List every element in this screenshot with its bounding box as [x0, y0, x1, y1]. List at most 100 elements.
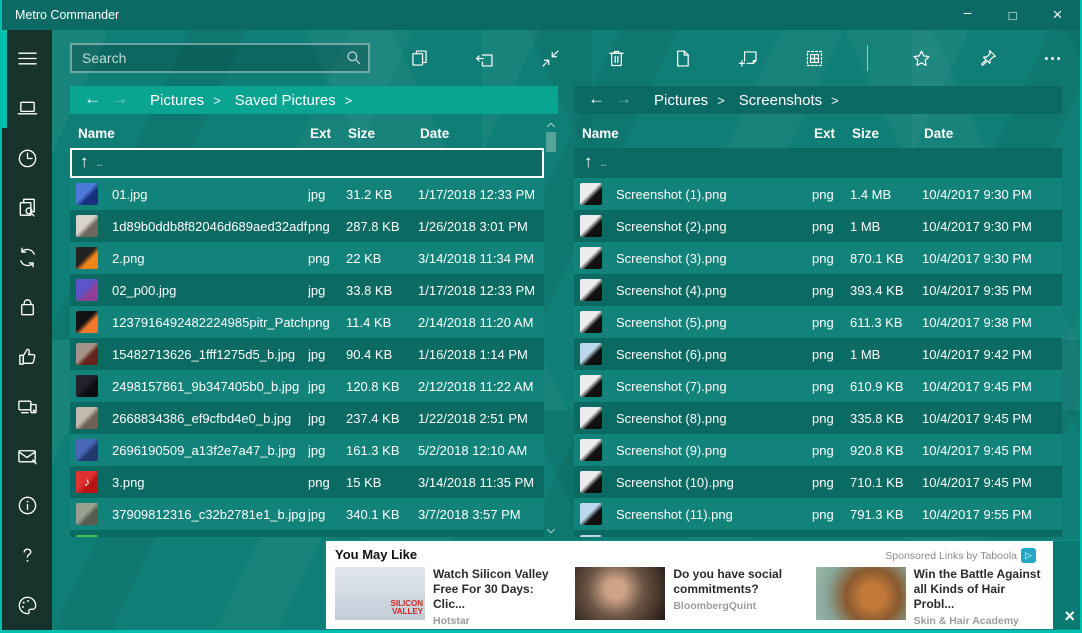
- file-row[interactable]: Screenshot (4).pngpng393.4 KB10/4/2017 9…: [574, 274, 1062, 306]
- file-row[interactable]: Screenshot (11).pngpng791.3 KB10/4/2017 …: [574, 498, 1062, 530]
- ad-image-portrait[interactable]: [575, 567, 665, 620]
- file-row[interactable]: Screenshot (1).pngpng1.4 MB10/4/2017 9:3…: [574, 178, 1062, 210]
- sidebar-item-rate-devices[interactable]: [2, 382, 52, 432]
- menu-icon: [16, 47, 39, 70]
- file-thumbnail: [76, 215, 98, 237]
- file-row[interactable]: 02_p00.jpgjpg33.8 KB1/17/2018 12:33 PM: [70, 274, 544, 306]
- parent-folder-row[interactable]: ↑..: [574, 148, 1062, 178]
- move-button[interactable]: [472, 45, 498, 71]
- column-header-name[interactable]: Name: [78, 126, 310, 141]
- breadcrumb-segment[interactable]: Pictures: [150, 92, 204, 109]
- breadcrumb-segment[interactable]: Screenshots: [739, 92, 822, 109]
- pin-button[interactable]: [974, 45, 1000, 71]
- file-row[interactable]: Screenshot (3).pngpng870.1 KB10/4/2017 9…: [574, 242, 1062, 274]
- file-row[interactable]: Screenshot (9).pngpng920.8 KB10/4/2017 9…: [574, 434, 1062, 466]
- close-button[interactable]: ×: [1035, 0, 1080, 30]
- column-header-ext[interactable]: Ext: [310, 126, 348, 141]
- search-input[interactable]: [70, 43, 370, 73]
- back-arrow-icon[interactable]: ←: [574, 89, 613, 111]
- file-row[interactable]: 1d89b0ddb8f82046d689aed32adfpng287.8 KB1…: [70, 210, 544, 242]
- column-header-ext[interactable]: Ext: [814, 126, 852, 141]
- scrollbar-down-icon[interactable]: [545, 524, 557, 536]
- sidebar-item-theme[interactable]: [2, 580, 52, 630]
- ad-source: BloombergQuint: [673, 600, 803, 612]
- file-row[interactable]: 15482713626_1fff1275d5_b.jpgjpg90.4 KB1/…: [70, 338, 544, 370]
- ad-banner: You May Like Sponsored Links by Taboola …: [325, 540, 1080, 630]
- column-header-date[interactable]: Date: [420, 126, 558, 141]
- taboola-icon[interactable]: ▷: [1021, 548, 1036, 563]
- favorite-button[interactable]: [908, 45, 934, 71]
- back-arrow-icon[interactable]: ←: [70, 89, 109, 111]
- file-row[interactable]: [70, 530, 544, 537]
- sponsored-links-label[interactable]: Sponsored Links by Taboola ▷: [885, 548, 1036, 563]
- sidebar-item-feedback[interactable]: [2, 431, 52, 481]
- file-name: Screenshot (4).png: [616, 283, 812, 298]
- file-row[interactable]: Screenshot (2).pngpng1 MB10/4/2017 9:30 …: [574, 210, 1062, 242]
- file-size: 335.8 KB: [850, 411, 922, 426]
- file-row[interactable]: 2.pngpng22 KB3/14/2018 11:34 PM: [70, 242, 544, 274]
- ad-headline[interactable]: Watch Silicon Valley Free For 30 Days: C…: [433, 567, 563, 612]
- file-row[interactable]: ♪3.pngpng15 KB3/14/2018 11:35 PM: [70, 466, 544, 498]
- column-header-name[interactable]: Name: [582, 126, 814, 141]
- ad-image-silicon-valley[interactable]: SILICON VALLEY: [335, 567, 425, 620]
- file-row[interactable]: Screenshot (7).pngpng610.9 KB10/4/2017 9…: [574, 370, 1062, 402]
- column-header-size[interactable]: Size: [852, 126, 924, 141]
- ad-headline[interactable]: Do you have social commitments?: [673, 567, 803, 597]
- file-row[interactable]: Screenshot (6).pngpng1 MB10/4/2017 9:42 …: [574, 338, 1062, 370]
- sidebar-item-computer[interactable]: [2, 84, 52, 134]
- file-thumbnail: [76, 311, 98, 333]
- ad-headline[interactable]: Win the Battle Against all Kinds of Hair…: [914, 567, 1044, 612]
- sidebar-item-help[interactable]: [2, 531, 52, 581]
- more-icon: [1042, 48, 1063, 69]
- file-row[interactable]: Screenshot (8).pngpng335.8 KB10/4/2017 9…: [574, 402, 1062, 434]
- sidebar-item-search-files[interactable]: [2, 183, 52, 233]
- file-size: 90.4 KB: [346, 347, 418, 362]
- file-row[interactable]: Screenshot (10).pngpng710.1 KB10/4/2017 …: [574, 466, 1062, 498]
- file-row[interactable]: Screenshot (5).pngpng611.3 KB10/4/2017 9…: [574, 306, 1062, 338]
- scrollbar-up-icon[interactable]: [545, 118, 557, 130]
- breadcrumb-segment[interactable]: Pictures: [654, 92, 708, 109]
- file-row[interactable]: 37909812316_c32b2781e1_b.jpgjpg340.1 KB3…: [70, 498, 544, 530]
- add-folder-button[interactable]: [735, 45, 761, 71]
- file-thumbnail: [76, 407, 98, 429]
- file-row[interactable]: 2696190509_a13f2e7a47_b.jpgjpg161.3 KB5/…: [70, 434, 544, 466]
- new-file-button[interactable]: [670, 45, 696, 71]
- column-header-date[interactable]: Date: [924, 126, 1062, 141]
- file-row[interactable]: 1237916492482224985pitr_Patch_ipng11.4 K…: [70, 306, 544, 338]
- file-row[interactable]: 2498157861_9b347405b0_b.jpgjpg120.8 KB2/…: [70, 370, 544, 402]
- select-all-button[interactable]: [801, 45, 827, 71]
- scrollbar-thumb[interactable]: [546, 132, 556, 152]
- sidebar-item-like[interactable]: [2, 332, 52, 382]
- ad-close-icon[interactable]: ×: [1064, 606, 1075, 627]
- file-row[interactable]: 2668834386_ef9cfbd4e0_b.jpgjpg237.4 KB1/…: [70, 402, 544, 434]
- ad-card[interactable]: Do you have social commitments? Bloomberg…: [575, 567, 803, 627]
- file-row[interactable]: [574, 530, 1062, 537]
- sidebar-item-menu[interactable]: [2, 34, 52, 84]
- sidebar-item-about[interactable]: [2, 481, 52, 531]
- maximize-button[interactable]: □: [990, 0, 1035, 30]
- more-button[interactable]: [1040, 45, 1066, 71]
- parent-folder-row[interactable]: ↑..: [70, 148, 544, 178]
- sidebar-item-recent[interactable]: [2, 133, 52, 183]
- sidebar-item-sync[interactable]: [2, 233, 52, 283]
- minimize-button[interactable]: –: [945, 0, 990, 30]
- ad-card[interactable]: Win the Battle Against all Kinds of Hair…: [816, 567, 1044, 627]
- devices-star-icon: [16, 395, 39, 418]
- breadcrumb-segment[interactable]: Saved Pictures: [235, 92, 336, 109]
- file-name: Screenshot (10).png: [616, 475, 812, 490]
- copy-button[interactable]: [406, 45, 432, 71]
- sidebar-item-store[interactable]: [2, 282, 52, 332]
- column-header-size[interactable]: Size: [348, 126, 420, 141]
- file-row[interactable]: 01.jpgjpg31.2 KB1/17/2018 12:33 PM: [70, 178, 544, 210]
- delete-button[interactable]: [604, 45, 630, 71]
- forward-arrow-icon[interactable]: →: [109, 89, 136, 111]
- file-name: 2668834386_ef9cfbd4e0_b.jpg: [112, 411, 308, 426]
- file-name: Screenshot (9).png: [616, 443, 812, 458]
- collapse-button[interactable]: [538, 45, 564, 71]
- forward-arrow-icon[interactable]: →: [613, 89, 640, 111]
- search-icon[interactable]: [344, 48, 363, 67]
- file-thumbnail: [76, 535, 98, 537]
- info-icon: [16, 494, 39, 517]
- ad-card[interactable]: SILICON VALLEYWatch Silicon Valley Free …: [335, 567, 563, 627]
- ad-image-hair[interactable]: [816, 567, 906, 620]
